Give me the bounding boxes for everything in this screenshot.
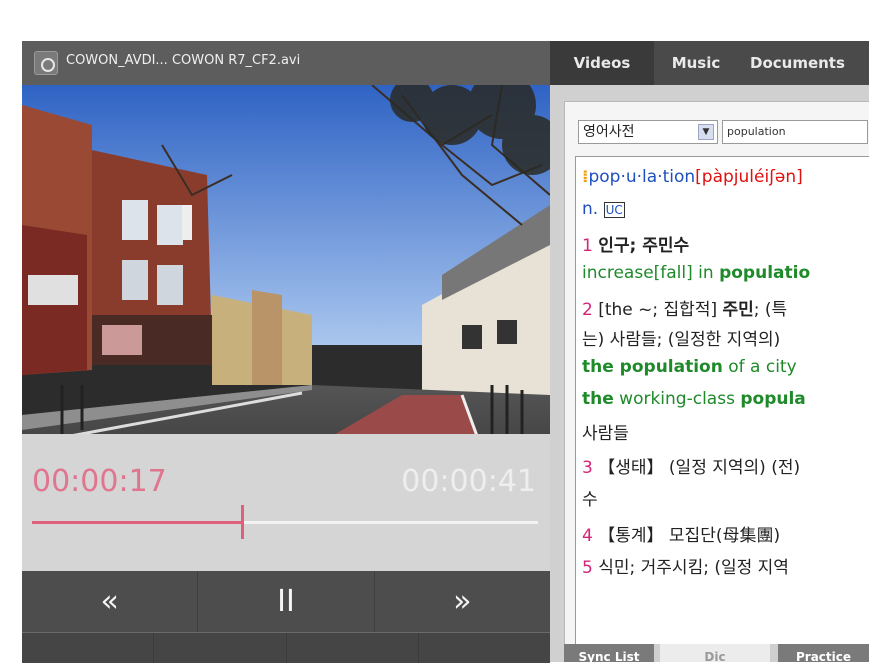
rewind-button[interactable]: « xyxy=(22,571,199,632)
definition-5: 5 식민; 거주시킴; (일정 지역 xyxy=(582,553,789,578)
def-text: 【생태】 (일정 지역의) (전) xyxy=(598,458,801,478)
chevron-down-icon[interactable]: ▼ xyxy=(698,124,714,140)
seek-bar[interactable] xyxy=(32,505,538,539)
tab-videos[interactable]: Videos xyxy=(550,41,654,85)
def-keyword: 주민 xyxy=(722,300,754,320)
tab-dic[interactable]: Dic xyxy=(660,644,770,664)
media-tabs: Videos Music Documents xyxy=(550,41,869,85)
example-keyword: the xyxy=(582,389,614,409)
seek-bar-fill xyxy=(32,521,242,524)
def-number: 3 xyxy=(582,458,593,478)
street-scene-image xyxy=(22,85,550,477)
def-text: ; (특 xyxy=(753,300,788,320)
def-text: 인구; 주민수 xyxy=(598,236,690,256)
dictionary-select[interactable]: 영어사전 ▼ xyxy=(578,120,718,144)
def-text: 【통계】 모집단(母集團) xyxy=(598,526,781,546)
playback-progress-area: 00:00:17 00:00:41 xyxy=(22,434,550,571)
entry-headword-line: ⁞pop·u·la·tion[pàpjuléiʃən] xyxy=(582,167,803,187)
document-subtabs: Sync List Dic Practice xyxy=(564,644,869,664)
tab-music[interactable]: Music xyxy=(654,41,738,85)
total-time: 00:00:41 xyxy=(401,464,536,499)
part-of-speech-line: n. UC xyxy=(582,199,625,219)
example-3: the working-class popula xyxy=(582,389,806,409)
tab-sync-list[interactable]: Sync List xyxy=(564,644,654,664)
playback-controls: « II » xyxy=(22,571,550,632)
definition-3-cont: 수 xyxy=(582,490,598,510)
fast-forward-button[interactable]: » xyxy=(375,571,550,632)
def-number: 5 xyxy=(582,558,593,578)
definition-2-cont: 는) 사람들; (일정한 지역의) xyxy=(582,330,781,350)
example-text: working-class xyxy=(613,389,741,409)
secondary-control-1[interactable] xyxy=(22,633,155,663)
elapsed-time: 00:00:17 xyxy=(32,464,167,499)
file-title: COWON_AVDI... COWON R7_CF2.avi xyxy=(66,53,301,68)
secondary-control-3[interactable] xyxy=(287,633,419,663)
dictionary-entry: ⁞pop·u·la·tion[pàpjuléiʃən] n. UC 1 인구; … xyxy=(575,156,869,656)
uc-badge: UC xyxy=(603,202,625,218)
example-1: increase[fall] in populatio xyxy=(582,263,810,283)
example-text: of a city xyxy=(722,357,797,377)
dictionary-panel: 영어사전 ▼ population ⁞pop·u·la·tion[pàpjulé… xyxy=(564,101,869,656)
def-text: 식민; 거주시킴; (일정 지역 xyxy=(598,558,789,578)
tab-practice[interactable]: Practice xyxy=(778,644,869,664)
definition-2: 2 [the ~; 집합적] 주민; (특 xyxy=(582,295,787,320)
def-number: 1 xyxy=(582,236,593,256)
seek-handle[interactable] xyxy=(240,505,244,539)
def-text: [the ~; 집합적] xyxy=(598,300,723,320)
player-title-bar: COWON_AVDI... COWON R7_CF2.avi xyxy=(22,41,550,85)
example-2: the population of a city xyxy=(582,357,797,377)
example-keyword: the population xyxy=(582,357,723,377)
example-keyword: populatio xyxy=(719,263,811,283)
pause-button[interactable]: II xyxy=(198,571,375,632)
pronunciation: [pàpjuléiʃən] xyxy=(695,167,803,187)
definition-4: 4 【통계】 모집단(母集團) xyxy=(582,521,780,546)
part-of-speech: n. xyxy=(582,199,599,219)
secondary-control-2[interactable] xyxy=(154,633,287,663)
def-number: 2 xyxy=(582,300,593,320)
side-panel: Videos Music Documents 영어사전 ▼ population… xyxy=(550,41,869,664)
dictionary-select-value: 영어사전 xyxy=(583,124,635,140)
app-logo-icon xyxy=(34,51,58,75)
example-text: increase[fall] in xyxy=(582,263,720,283)
dictionary-search-input[interactable]: population xyxy=(722,120,868,144)
secondary-control-4[interactable] xyxy=(419,633,550,663)
secondary-controls xyxy=(22,633,550,663)
definition-1: 1 인구; 주민수 xyxy=(582,231,689,256)
example-keyword: popula xyxy=(740,389,806,409)
headword: pop·u·la·tion xyxy=(588,167,696,187)
definition-3: 3 【생태】 (일정 지역의) (전) xyxy=(582,453,800,478)
def-number: 4 xyxy=(582,526,593,546)
video-player-panel: COWON_AVDI... COWON R7_CF2.avi 00:00:17 … xyxy=(22,41,550,663)
example-3-cont: 사람들 xyxy=(582,424,629,444)
tab-documents[interactable]: Documents xyxy=(750,41,869,85)
video-frame[interactable] xyxy=(22,85,550,477)
